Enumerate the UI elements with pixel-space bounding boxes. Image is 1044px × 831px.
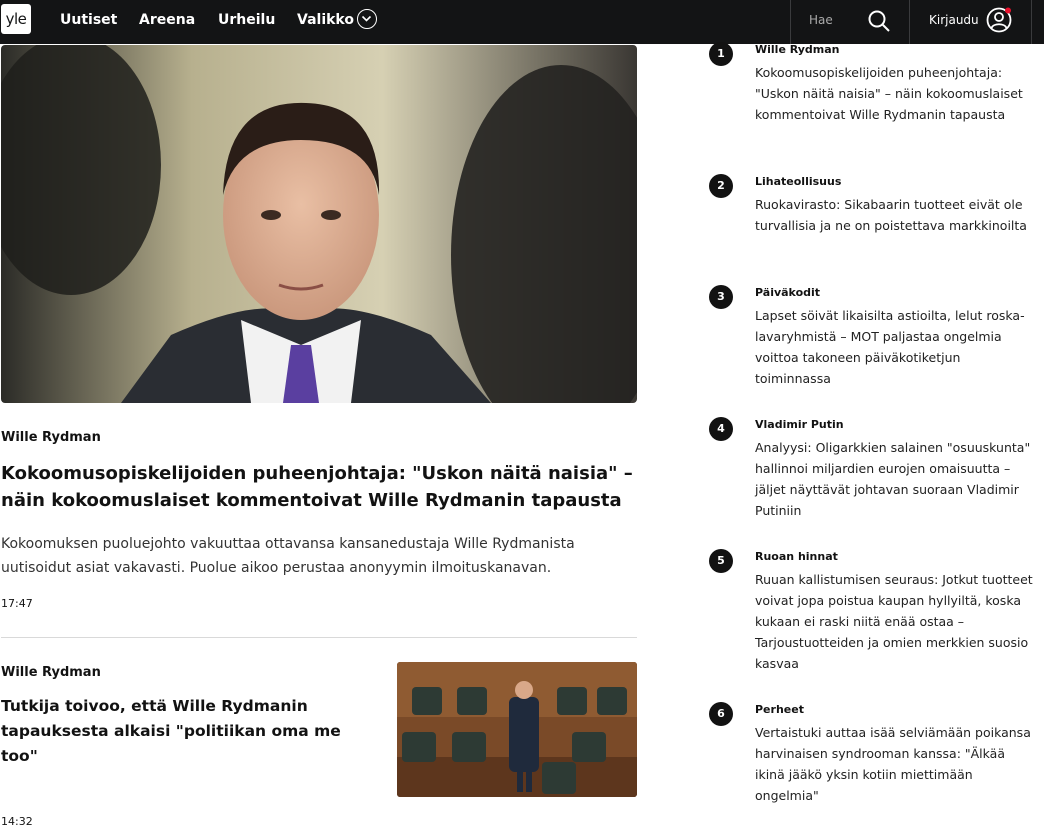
second-story-time: 14:32: [1, 815, 33, 828]
rank-title[interactable]: Kokoomusopiskelijoiden puheenjohtaja: "U…: [755, 62, 1035, 125]
rank-title[interactable]: Ruokavirasto: Sikabaarin tuotteet eivät …: [755, 194, 1035, 236]
rank-number: 1: [709, 42, 733, 66]
story-divider: [1, 637, 637, 638]
search-icon[interactable]: [866, 8, 892, 34]
rank-title[interactable]: Lapset söivät likaisilta astioilta, lelu…: [755, 305, 1035, 389]
chevron-down-icon[interactable]: [357, 9, 377, 29]
main-story-time: 17:47: [1, 597, 33, 610]
rank-number: 3: [709, 285, 733, 309]
rank-kicker: Päiväkodit: [755, 286, 821, 299]
yle-logo[interactable]: yle: [1, 4, 31, 34]
rank-kicker: Wille Rydman: [755, 43, 840, 56]
rank-kicker: Vladimir Putin: [755, 418, 844, 431]
main-story-title[interactable]: Kokoomusopiskelijoiden puheenjohtaja: "U…: [1, 460, 637, 514]
rank-title[interactable]: Analyysi: Oligarkkien salainen "osuuskun…: [755, 437, 1035, 521]
search-input[interactable]: [809, 10, 849, 30]
login-link[interactable]: Kirjaudu: [929, 0, 979, 40]
second-story-image[interactable]: [397, 662, 637, 797]
user-avatar-icon[interactable]: [985, 6, 1013, 34]
nav-separator: [1031, 0, 1032, 44]
rank-number: 4: [709, 417, 733, 441]
main-story-lead: Kokoomuksen puoluejohto vakuuttaa ottava…: [1, 536, 575, 576]
nav-areena[interactable]: Areena: [139, 0, 195, 40]
main-story-image[interactable]: [1, 45, 637, 403]
nav-urheilu[interactable]: Urheilu: [218, 0, 275, 40]
rank-kicker: Lihateollisuus: [755, 175, 842, 188]
rank-number: 6: [709, 702, 733, 726]
nav-separator: [909, 0, 910, 44]
nav-valikko[interactable]: Valikko: [297, 0, 354, 40]
rank-number: 2: [709, 174, 733, 198]
rank-kicker: Perheet: [755, 703, 804, 716]
top-navigation-bar: yle Uutiset Areena Urheilu Valikko Kirja…: [0, 0, 1044, 44]
rank-title[interactable]: Vertaistuki auttaa isää selviämään poika…: [755, 722, 1035, 806]
second-story-kicker[interactable]: Wille Rydman: [1, 665, 101, 680]
second-story-title[interactable]: Tutkija toivoo, että Wille Rydmanin tapa…: [1, 694, 371, 769]
nav-uutiset[interactable]: Uutiset: [60, 0, 117, 40]
nav-separator: [790, 0, 791, 44]
rank-title[interactable]: Ruuan kallistumisen seuraus: Jotkut tuot…: [755, 569, 1035, 674]
rank-number: 5: [709, 549, 733, 573]
main-story-kicker[interactable]: Wille Rydman: [1, 430, 101, 445]
rank-kicker: Ruoan hinnat: [755, 550, 838, 563]
